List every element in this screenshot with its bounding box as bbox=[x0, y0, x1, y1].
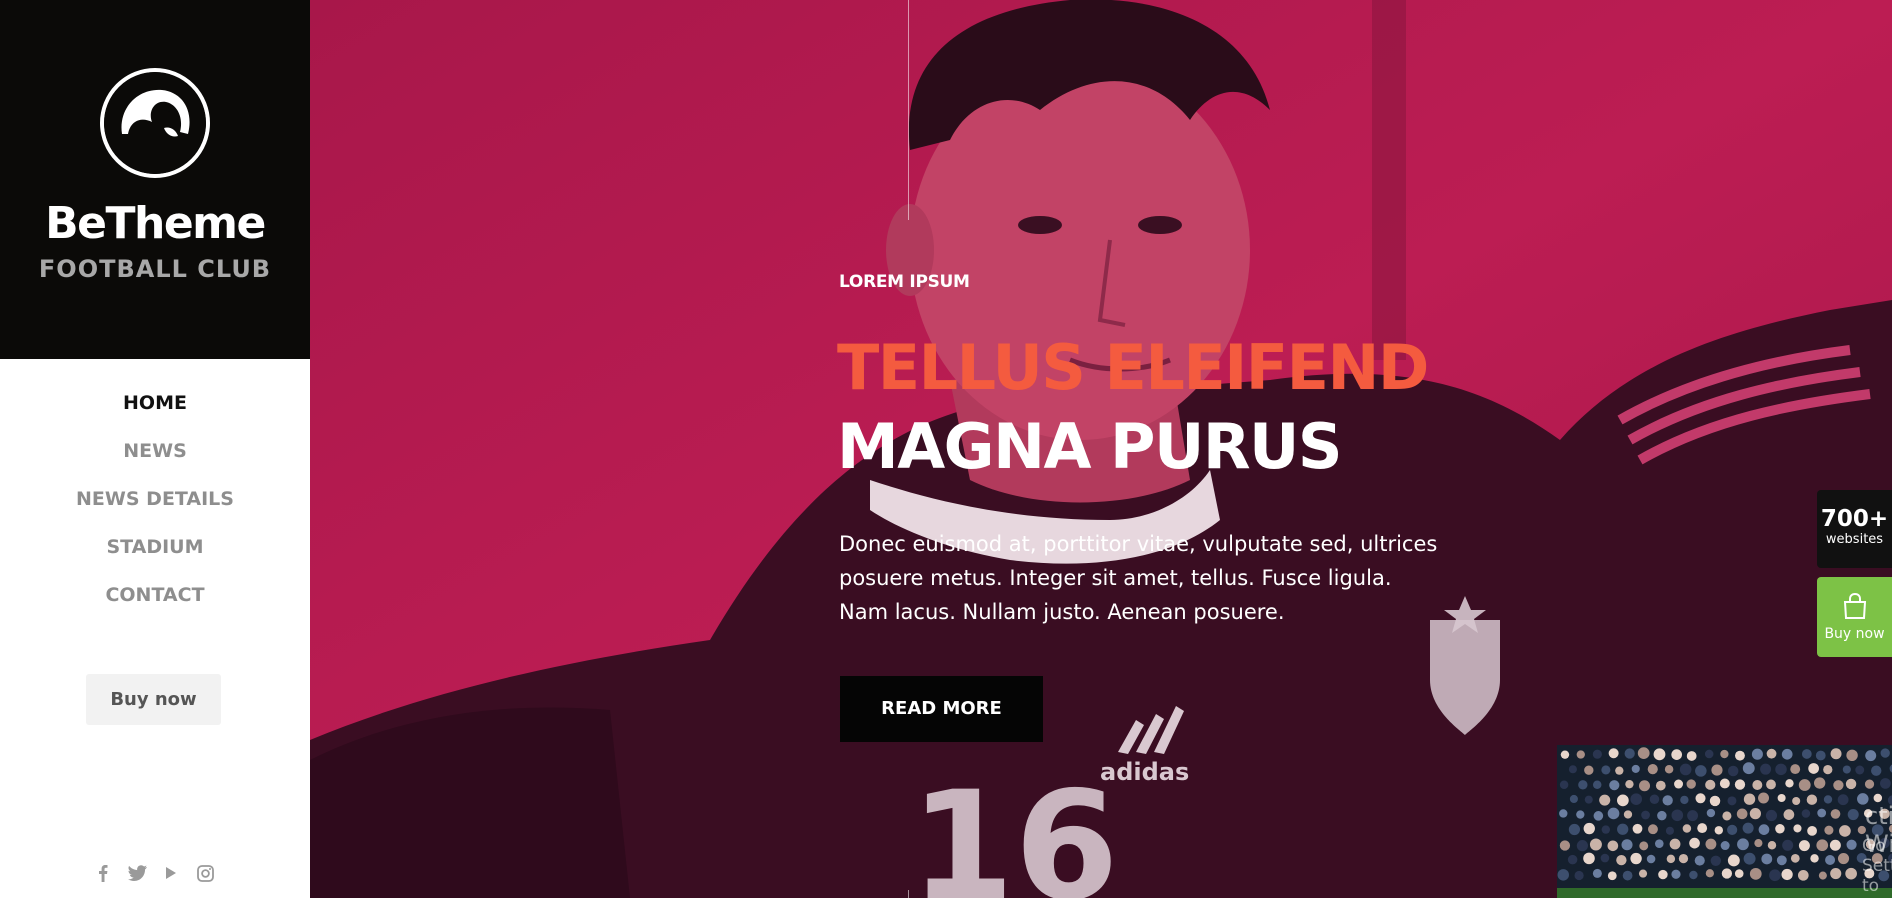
websites-count-tab[interactable]: 700+ websites bbox=[1817, 490, 1892, 568]
hero-body-line: Nam lacus. Nullam justo. Aenean posuere. bbox=[839, 600, 1285, 624]
twitter-icon[interactable] bbox=[127, 863, 147, 883]
decorative-vertical-line-bottom bbox=[908, 890, 909, 898]
brand-block: BeTheme FOOTBALL CLUB bbox=[0, 0, 310, 359]
social-links bbox=[93, 862, 223, 884]
websites-count: 700+ bbox=[1820, 506, 1889, 532]
read-more-button[interactable]: READ MORE bbox=[840, 676, 1043, 742]
nav-item-contact[interactable]: CONTACT bbox=[0, 581, 310, 629]
brand-name: BeTheme bbox=[45, 198, 266, 249]
nav-item-news-details[interactable]: NEWS DETAILS bbox=[0, 485, 310, 533]
club-logo-icon[interactable] bbox=[100, 68, 210, 178]
sidebar-buy-now-button[interactable]: Buy now bbox=[86, 674, 221, 725]
youtube-icon[interactable] bbox=[161, 863, 181, 883]
shopping-bag-icon bbox=[1843, 592, 1866, 619]
hero-eyebrow: LOREM IPSUM bbox=[839, 272, 970, 292]
sidebar: BeTheme FOOTBALL CLUB HOME NEWS NEWS DET… bbox=[0, 0, 310, 898]
nav-item-stadium[interactable]: STADIUM bbox=[0, 533, 310, 581]
brand-subtitle: FOOTBALL CLUB bbox=[38, 255, 272, 283]
hero-body-line: posuere metus. Integer sit amet, tellus.… bbox=[839, 566, 1392, 590]
hero-heading-line1: TELLUS ELEIFEND bbox=[837, 331, 1429, 404]
jersey-number-text: 16 bbox=[910, 760, 1119, 898]
nav-item-news[interactable]: NEWS bbox=[0, 437, 310, 485]
nav-item-home[interactable]: HOME bbox=[0, 389, 310, 437]
hero-heading-line2: MAGNA PURUS bbox=[837, 410, 1343, 483]
websites-label: websites bbox=[1825, 532, 1884, 547]
facebook-icon[interactable] bbox=[93, 863, 113, 883]
decorative-vertical-line bbox=[908, 0, 909, 220]
hero-section: adidas 16 LOREM IPSUM TELLUS ELEIFEND MA… bbox=[310, 0, 1892, 898]
hero-body-text: Donec euismod at, porttitor vitae, vulpu… bbox=[839, 527, 1439, 629]
windows-watermark-subtitle: Go to Settings to activate Windows. bbox=[1862, 836, 1892, 898]
buy-now-tab[interactable]: Buy now bbox=[1817, 577, 1892, 657]
main-nav: HOME NEWS NEWS DETAILS STADIUM CONTACT bbox=[0, 389, 310, 629]
hero-body-line: Donec euismod at, porttitor vitae, vulpu… bbox=[839, 532, 1438, 556]
instagram-icon[interactable] bbox=[195, 863, 215, 883]
stadium-crowd-image bbox=[1557, 745, 1892, 898]
buy-now-tab-label: Buy now bbox=[1824, 626, 1885, 642]
